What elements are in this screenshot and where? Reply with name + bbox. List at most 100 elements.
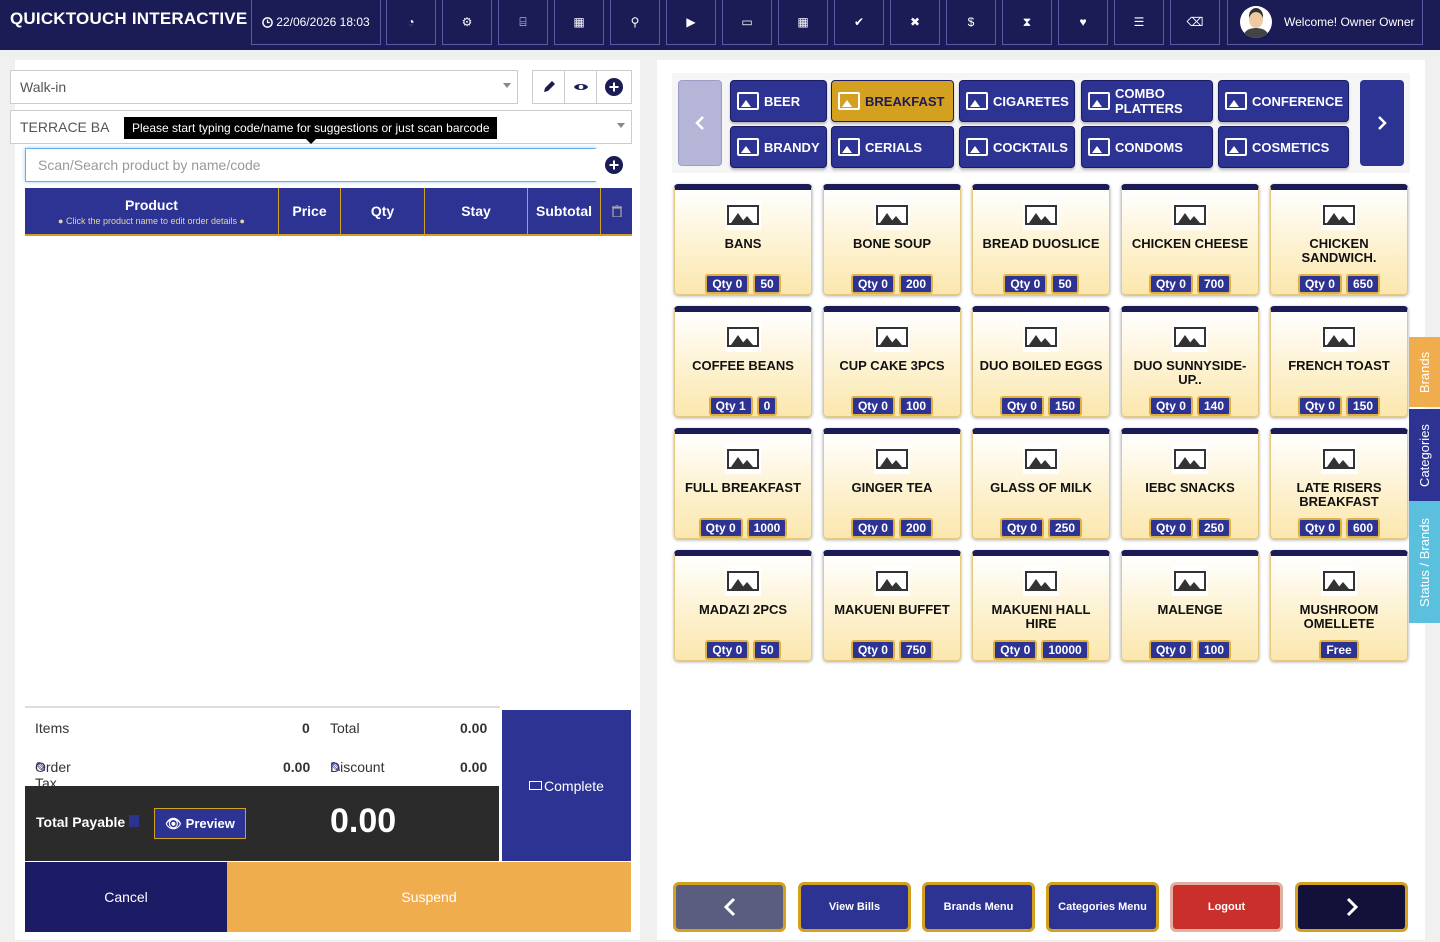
product-card[interactable]: FRENCH TOAST Qty 0 150 [1270, 306, 1408, 417]
product-card[interactable]: CHICKEN SANDWICH. Qty 0 650 [1270, 184, 1408, 295]
toolbar-button-play[interactable]: ▶ [666, 0, 716, 45]
categories-menu-button[interactable]: Categories Menu [1046, 882, 1159, 932]
toolbar-button-settings[interactable]: ⚙ [442, 0, 492, 45]
category-cerials[interactable]: CERIALS [831, 126, 954, 168]
col-subtotal: Subtotal [528, 188, 601, 234]
category-breakfast[interactable]: BREAKFAST [831, 80, 954, 122]
discount-value: 0.00 [460, 759, 488, 775]
settings-icon: ⚙ [461, 15, 473, 29]
product-card[interactable]: MALENGE Qty 0 100 [1121, 550, 1259, 661]
order-summary: Items 0 Total 0.00 Order Tax ✎ 0.00 Disc… [25, 706, 500, 791]
category-cocktails[interactable]: COCKTAILS [959, 126, 1075, 168]
category-beer[interactable]: BEER [730, 80, 827, 122]
side-tab-brands[interactable]: Brands [1409, 337, 1440, 407]
product-qty: Qty 0 [1297, 274, 1342, 294]
product-card[interactable]: MUSHROOM OMELLETE Free [1270, 550, 1408, 661]
eraser-icon: ⌫ [1186, 15, 1204, 29]
category-brandy[interactable]: BRANDY [730, 126, 827, 168]
view-bills-button[interactable]: View Bills [798, 882, 911, 932]
category-conference[interactable]: CONFERENCE [1218, 80, 1349, 122]
page-prev-button[interactable] [673, 882, 786, 932]
product-search-input[interactable]: Scan/Search product by name/code [25, 148, 597, 182]
toolbar-button-eraser[interactable]: ⌫ [1170, 0, 1220, 45]
chevron-left-icon [723, 897, 735, 917]
toolbar-button-check-circle[interactable]: ✔ [834, 0, 884, 45]
product-image-icon [725, 566, 761, 596]
category-combo-platters[interactable]: COMBO PLATTERS [1081, 80, 1213, 122]
product-card[interactable]: FULL BREAKFAST Qty 0 1000 [674, 428, 812, 539]
suspend-button[interactable]: Suspend [227, 862, 631, 932]
product-card[interactable]: COFFEE BEANS Qty 10 [674, 306, 812, 417]
customer-select[interactable]: Walk-in [10, 70, 518, 104]
side-tab-categories[interactable]: Categories [1409, 409, 1440, 501]
add-customer-button[interactable] [596, 70, 632, 104]
product-badges: Qty 10 [675, 396, 811, 416]
grid-icon: ▦ [797, 15, 809, 29]
view-customer-button[interactable] [564, 70, 597, 104]
product-card[interactable]: BONE SOUP Qty 0 200 [823, 184, 961, 295]
product-card[interactable]: MADAZI 2PCS Qty 0 50 [674, 550, 812, 661]
category-prev-button[interactable] [678, 80, 722, 166]
category-condoms[interactable]: CONDOMS [1081, 126, 1213, 168]
add-product-button[interactable] [596, 148, 632, 182]
image-icon [966, 138, 988, 156]
toolbar-button-hourglass[interactable]: ⧗ [1002, 0, 1052, 45]
product-card[interactable]: BANS Qty 0 50 [674, 184, 812, 295]
product-price: 50 [753, 640, 781, 660]
order-tax-value: 0.00 [283, 759, 311, 775]
product-card[interactable]: GINGER TEA Qty 0 200 [823, 428, 961, 539]
toolbar-button-calculator[interactable]: ▦ [554, 0, 604, 45]
edit-icon: ✎ [330, 759, 342, 775]
total-payable-bar: Total Payable 👁 Preview 0.00 [25, 786, 499, 861]
image-icon [737, 92, 759, 110]
chevron-left-icon [695, 116, 704, 130]
toolbar-button-close-circle[interactable]: ✖ [890, 0, 940, 45]
product-qty: Qty 0 [850, 396, 895, 416]
product-qty: Qty 0 [993, 640, 1038, 660]
app-brand[interactable]: QUICKTOUCH INTERACTIVE [10, 9, 255, 29]
preview-button[interactable]: 👁 Preview [154, 808, 246, 839]
preview-label: Preview [185, 816, 235, 831]
toolbar-button-dollar[interactable]: $ [946, 0, 996, 45]
product-image-icon [1172, 566, 1208, 596]
logout-button[interactable]: Logout [1170, 882, 1283, 932]
toolbar-button-heart[interactable]: ♥ [1058, 0, 1108, 45]
category-label: CONFERENCE [1252, 93, 1344, 109]
toolbar-button-grid[interactable]: ▦ [778, 0, 828, 45]
category-cosmetics[interactable]: COSMETICS [1218, 126, 1349, 168]
clear-order-button[interactable] [601, 188, 632, 234]
product-price: 150 [1345, 396, 1381, 416]
product-card[interactable]: CUP CAKE 3PCS Qty 0 100 [823, 306, 961, 417]
hourglass-icon: ⧗ [1022, 14, 1032, 29]
page-next-button[interactable] [1295, 882, 1408, 932]
product-card[interactable]: DUO BOILED EGGS Qty 0 150 [972, 306, 1110, 417]
cancel-button[interactable]: Cancel [25, 862, 227, 932]
product-card[interactable]: MAKUENI HALL HIRE Qty 0 10000 [972, 550, 1110, 661]
toolbar-button-key[interactable]: ⚲ [610, 0, 660, 45]
toolbar-button-list[interactable]: ☰ [1114, 0, 1164, 45]
toolbar-button-html5[interactable]: ⌸ [498, 0, 548, 45]
product-card[interactable]: LATE RISERS BREAKFAST Qty 0 600 [1270, 428, 1408, 539]
top-bar: QUICKTOUCH INTERACTIVE 22/06/2026 18:03 … [0, 0, 1440, 50]
product-card[interactable]: MAKUENI BUFFET Qty 0 750 [823, 550, 961, 661]
chevron-right-icon [1346, 897, 1358, 917]
toolbar-button-dashboard[interactable]: ◔ [386, 0, 436, 45]
product-name: FULL BREAKFAST [684, 481, 802, 495]
brands-menu-button[interactable]: Brands Menu [922, 882, 1035, 932]
user-menu[interactable]: Welcome! Owner Owner [1227, 0, 1423, 45]
product-image-icon [1172, 322, 1208, 352]
product-card[interactable]: GLASS OF MILK Qty 0 250 [972, 428, 1110, 539]
product-qty: Qty 0 [1148, 640, 1193, 660]
product-card[interactable]: CHICKEN CHEESE Qty 0 700 [1121, 184, 1259, 295]
product-price: 200 [898, 274, 934, 294]
category-next-button[interactable] [1360, 80, 1404, 166]
product-card[interactable]: IEBC SNACKS Qty 0 250 [1121, 428, 1259, 539]
category-cigaretes[interactable]: CIGARETES [959, 80, 1075, 122]
complete-button[interactable]: Complete [500, 710, 631, 861]
toolbar-button-laptop[interactable]: ▭ [722, 0, 772, 45]
product-card[interactable]: BREAD DUOSLICE Qty 0 50 [972, 184, 1110, 295]
side-tab-status-brands[interactable]: Status / Brands [1409, 501, 1440, 623]
edit-customer-button[interactable] [532, 70, 565, 104]
product-card[interactable]: DUO SUNNYSIDE-UP.. Qty 0 140 [1121, 306, 1259, 417]
datetime-display: 22/06/2026 18:03 [251, 0, 381, 45]
